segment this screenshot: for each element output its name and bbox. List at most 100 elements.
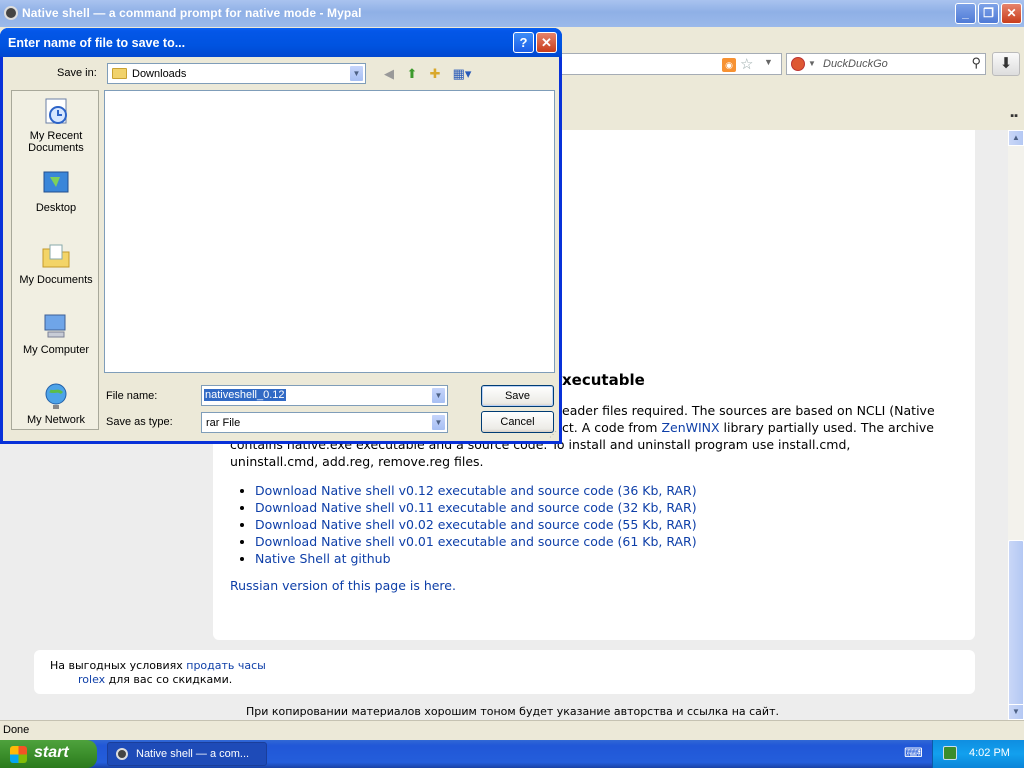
place-documents[interactable]: My Documents: [12, 241, 100, 286]
scroll-thumb[interactable]: [1008, 540, 1024, 706]
cancel-button[interactable]: Cancel: [481, 411, 554, 433]
paragraph-line: eader files required. The sources are ba…: [562, 403, 935, 418]
list-item: Download Native shell v0.01 executable a…: [255, 533, 697, 550]
chevron-down-icon[interactable]: ▼: [431, 387, 446, 404]
ad-link-rolex[interactable]: rolex: [78, 673, 105, 686]
place-label: My Documents: [19, 274, 93, 286]
save-file-dialog: Enter name of file to save to... ? ✕ Sav…: [0, 28, 562, 444]
mypal-app-icon: [4, 6, 18, 20]
save-as-type-label: Save as type:: [106, 416, 173, 428]
resize-grip-icon[interactable]: ⋰: [549, 430, 557, 439]
russian-version-text: Russian version of this page is here.: [230, 578, 456, 593]
status-bar: Done: [0, 720, 1024, 740]
place-label: My Computer: [22, 344, 90, 356]
place-label: My Recent Documents: [28, 130, 84, 154]
github-link[interactable]: Native Shell at github: [255, 551, 391, 566]
restore-button[interactable]: ❐: [978, 3, 999, 24]
save-in-dropdown[interactable]: Downloads ▼: [107, 63, 366, 84]
url-bar[interactable]: ◉ ☆ ▼: [560, 53, 782, 75]
desktop-icon: [43, 171, 69, 193]
ad-line: На выгодных условиях продать часы: [50, 659, 266, 672]
help-button[interactable]: ?: [513, 32, 534, 53]
rss-feed-icon[interactable]: ◉: [722, 58, 736, 72]
system-tray: 4:02 PM: [932, 740, 1024, 768]
browser-titlebar: Native shell — a command prompt for nati…: [0, 0, 1024, 27]
keyboard-icon[interactable]: ⌨: [904, 745, 923, 761]
file-name-label: File name:: [106, 390, 158, 402]
taskbar-item-browser[interactable]: Native shell — a com...: [107, 742, 267, 766]
place-recent[interactable]: My Recent Documents: [12, 97, 100, 154]
clock[interactable]: 4:02 PM: [969, 747, 1010, 759]
save-in-value: Downloads: [132, 68, 187, 80]
dialog-titlebar: Enter name of file to save to... ? ✕: [0, 28, 562, 57]
status-text: Done: [3, 724, 30, 736]
section-heading: xecutable: [562, 371, 645, 389]
download-v002-link[interactable]: Download Native shell v0.02 executable a…: [255, 517, 697, 532]
new-folder-icon[interactable]: ✚: [426, 66, 444, 82]
place-label: Desktop: [35, 202, 77, 214]
ad-box: На выгодных условиях продать часы rolex …: [34, 650, 975, 694]
download-links-list: Download Native shell v0.12 executable a…: [255, 482, 697, 567]
network-tray-icon[interactable]: [943, 746, 957, 760]
my-network-icon: [45, 383, 67, 409]
folder-icon: [112, 68, 127, 79]
file-list[interactable]: [104, 90, 555, 373]
close-window-button[interactable]: ✕: [1001, 3, 1022, 24]
downloads-button[interactable]: ⬇: [992, 52, 1020, 76]
paragraph-line: uninstall.cmd, add.reg, remove.reg files…: [230, 454, 484, 469]
close-dialog-button[interactable]: ✕: [536, 32, 557, 53]
zenwinx-link[interactable]: ZenWINX: [661, 420, 719, 435]
save-as-type-value: rar File: [206, 417, 241, 429]
start-button[interactable]: start: [0, 740, 97, 768]
minimize-button[interactable]: _: [955, 3, 976, 24]
place-network[interactable]: My Network: [12, 381, 100, 426]
save-button[interactable]: Save: [481, 385, 554, 407]
places-bar: My Recent Documents Desktop My Documents…: [11, 90, 99, 430]
list-item: Native Shell at github: [255, 550, 697, 567]
vertical-scrollbar[interactable]: ▲ ▼: [1008, 130, 1024, 720]
bookmark-star-icon[interactable]: ☆: [740, 55, 753, 73]
save-in-label: Save in:: [57, 67, 97, 79]
url-dropdown-icon[interactable]: ▼: [764, 57, 773, 67]
ad-link-watches[interactable]: продать часы: [186, 659, 266, 672]
windows-logo-icon: [10, 746, 27, 763]
search-engine-dropdown-icon[interactable]: ▼: [808, 59, 816, 68]
navigation-bar: ◉ ☆ ▼ ▼ DuckDuckGo ⚲ ⬇: [560, 50, 1024, 78]
back-icon[interactable]: ◀: [380, 66, 398, 82]
up-folder-icon[interactable]: ⬆: [403, 66, 421, 82]
place-desktop[interactable]: Desktop: [12, 169, 100, 214]
search-placeholder: DuckDuckGo: [823, 58, 888, 70]
start-label: start: [34, 744, 69, 761]
russian-version-link[interactable]: here: [424, 578, 452, 593]
list-item: Download Native shell v0.02 executable a…: [255, 516, 697, 533]
scroll-down-icon[interactable]: ▼: [1008, 704, 1024, 720]
save-as-type-select[interactable]: rar File ▼: [201, 412, 448, 433]
file-name-value: nativeshell_0.12: [204, 389, 286, 401]
search-icon[interactable]: ⚲: [971, 55, 981, 71]
download-v011-link[interactable]: Download Native shell v0.11 executable a…: [255, 500, 697, 515]
duckduckgo-icon[interactable]: [791, 57, 805, 71]
copyright-footer: При копировании материалов хорошим тоном…: [246, 705, 779, 718]
download-v012-link[interactable]: Download Native shell v0.12 executable a…: [255, 483, 697, 498]
list-item: Download Native shell v0.11 executable a…: [255, 499, 697, 516]
paragraph-line: ct. A code from ZenWINX library partiall…: [562, 420, 934, 435]
search-box[interactable]: ▼ DuckDuckGo ⚲: [786, 53, 986, 75]
download-v001-link[interactable]: Download Native shell v0.01 executable a…: [255, 534, 697, 549]
chevron-down-icon[interactable]: ▼: [349, 65, 364, 82]
my-documents-icon: [42, 244, 70, 268]
dialog-title: Enter name of file to save to...: [8, 36, 186, 50]
browser-title: Native shell — a command prompt for nati…: [22, 6, 362, 20]
scroll-up-icon[interactable]: ▲: [1008, 130, 1024, 146]
tab-grid-icon[interactable]: ▪▪: [1010, 110, 1018, 122]
chevron-down-icon[interactable]: ▼: [431, 414, 446, 431]
my-computer-icon: [44, 314, 66, 338]
tab-bar: ▪▪: [560, 104, 1024, 128]
mypal-app-icon: [116, 748, 128, 760]
view-menu-icon[interactable]: ▦▾: [450, 66, 474, 82]
file-name-input[interactable]: nativeshell_0.12 ▼: [201, 385, 448, 406]
list-item: Download Native shell v0.12 executable a…: [255, 482, 697, 499]
ad-line: rolex для вас со скидками.: [78, 673, 233, 686]
place-computer[interactable]: My Computer: [12, 311, 100, 356]
place-label: My Network: [26, 414, 86, 426]
taskbar-item-label: Native shell — a com...: [136, 748, 250, 760]
